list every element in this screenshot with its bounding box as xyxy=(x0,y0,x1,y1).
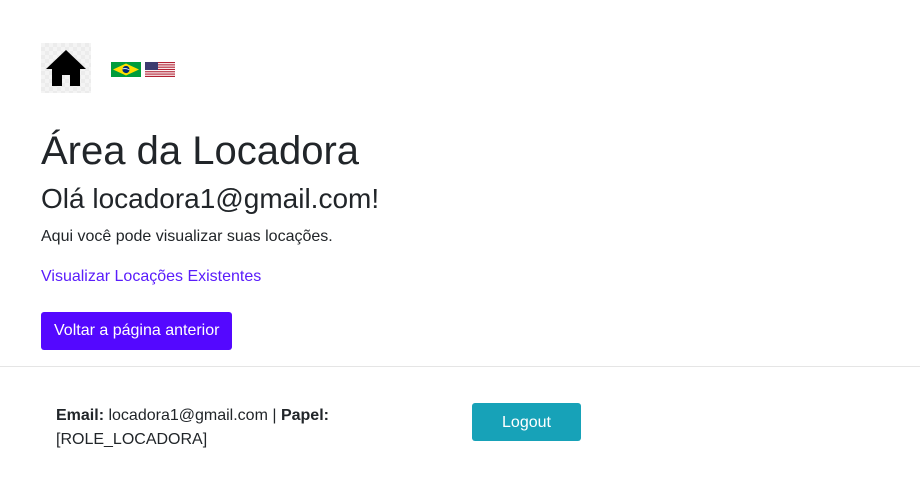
home-icon xyxy=(46,50,86,86)
role-value: [ROLE_LOCADORA] xyxy=(56,431,208,448)
top-bar xyxy=(41,43,175,93)
language-selector xyxy=(111,61,175,77)
home-button[interactable] xyxy=(41,43,91,93)
greeting-heading: Olá locadora1@gmail.com! xyxy=(41,183,380,214)
user-info: Email: locadora1@gmail.com | Papel: [ROL… xyxy=(56,404,356,452)
footer-divider xyxy=(0,366,920,367)
logout-button[interactable]: Logout xyxy=(472,403,581,441)
view-rentals-link[interactable]: Visualizar Locações Existentes xyxy=(41,266,261,288)
email-value: locadora1@gmail.com xyxy=(108,407,268,424)
page-title: Área da Locadora xyxy=(41,129,360,173)
info-separator: | xyxy=(272,407,277,424)
page: Área da Locadora Olá locadora1@gmail.com… xyxy=(0,0,920,504)
back-button[interactable]: Voltar a página anterior xyxy=(41,312,233,350)
us-flag-icon[interactable] xyxy=(145,61,175,77)
page-description: Aqui você pode visualizar suas locações. xyxy=(41,228,333,245)
email-label: Email: xyxy=(56,407,105,424)
brazil-flag-icon[interactable] xyxy=(111,61,141,77)
role-label: Papel: xyxy=(280,407,329,424)
